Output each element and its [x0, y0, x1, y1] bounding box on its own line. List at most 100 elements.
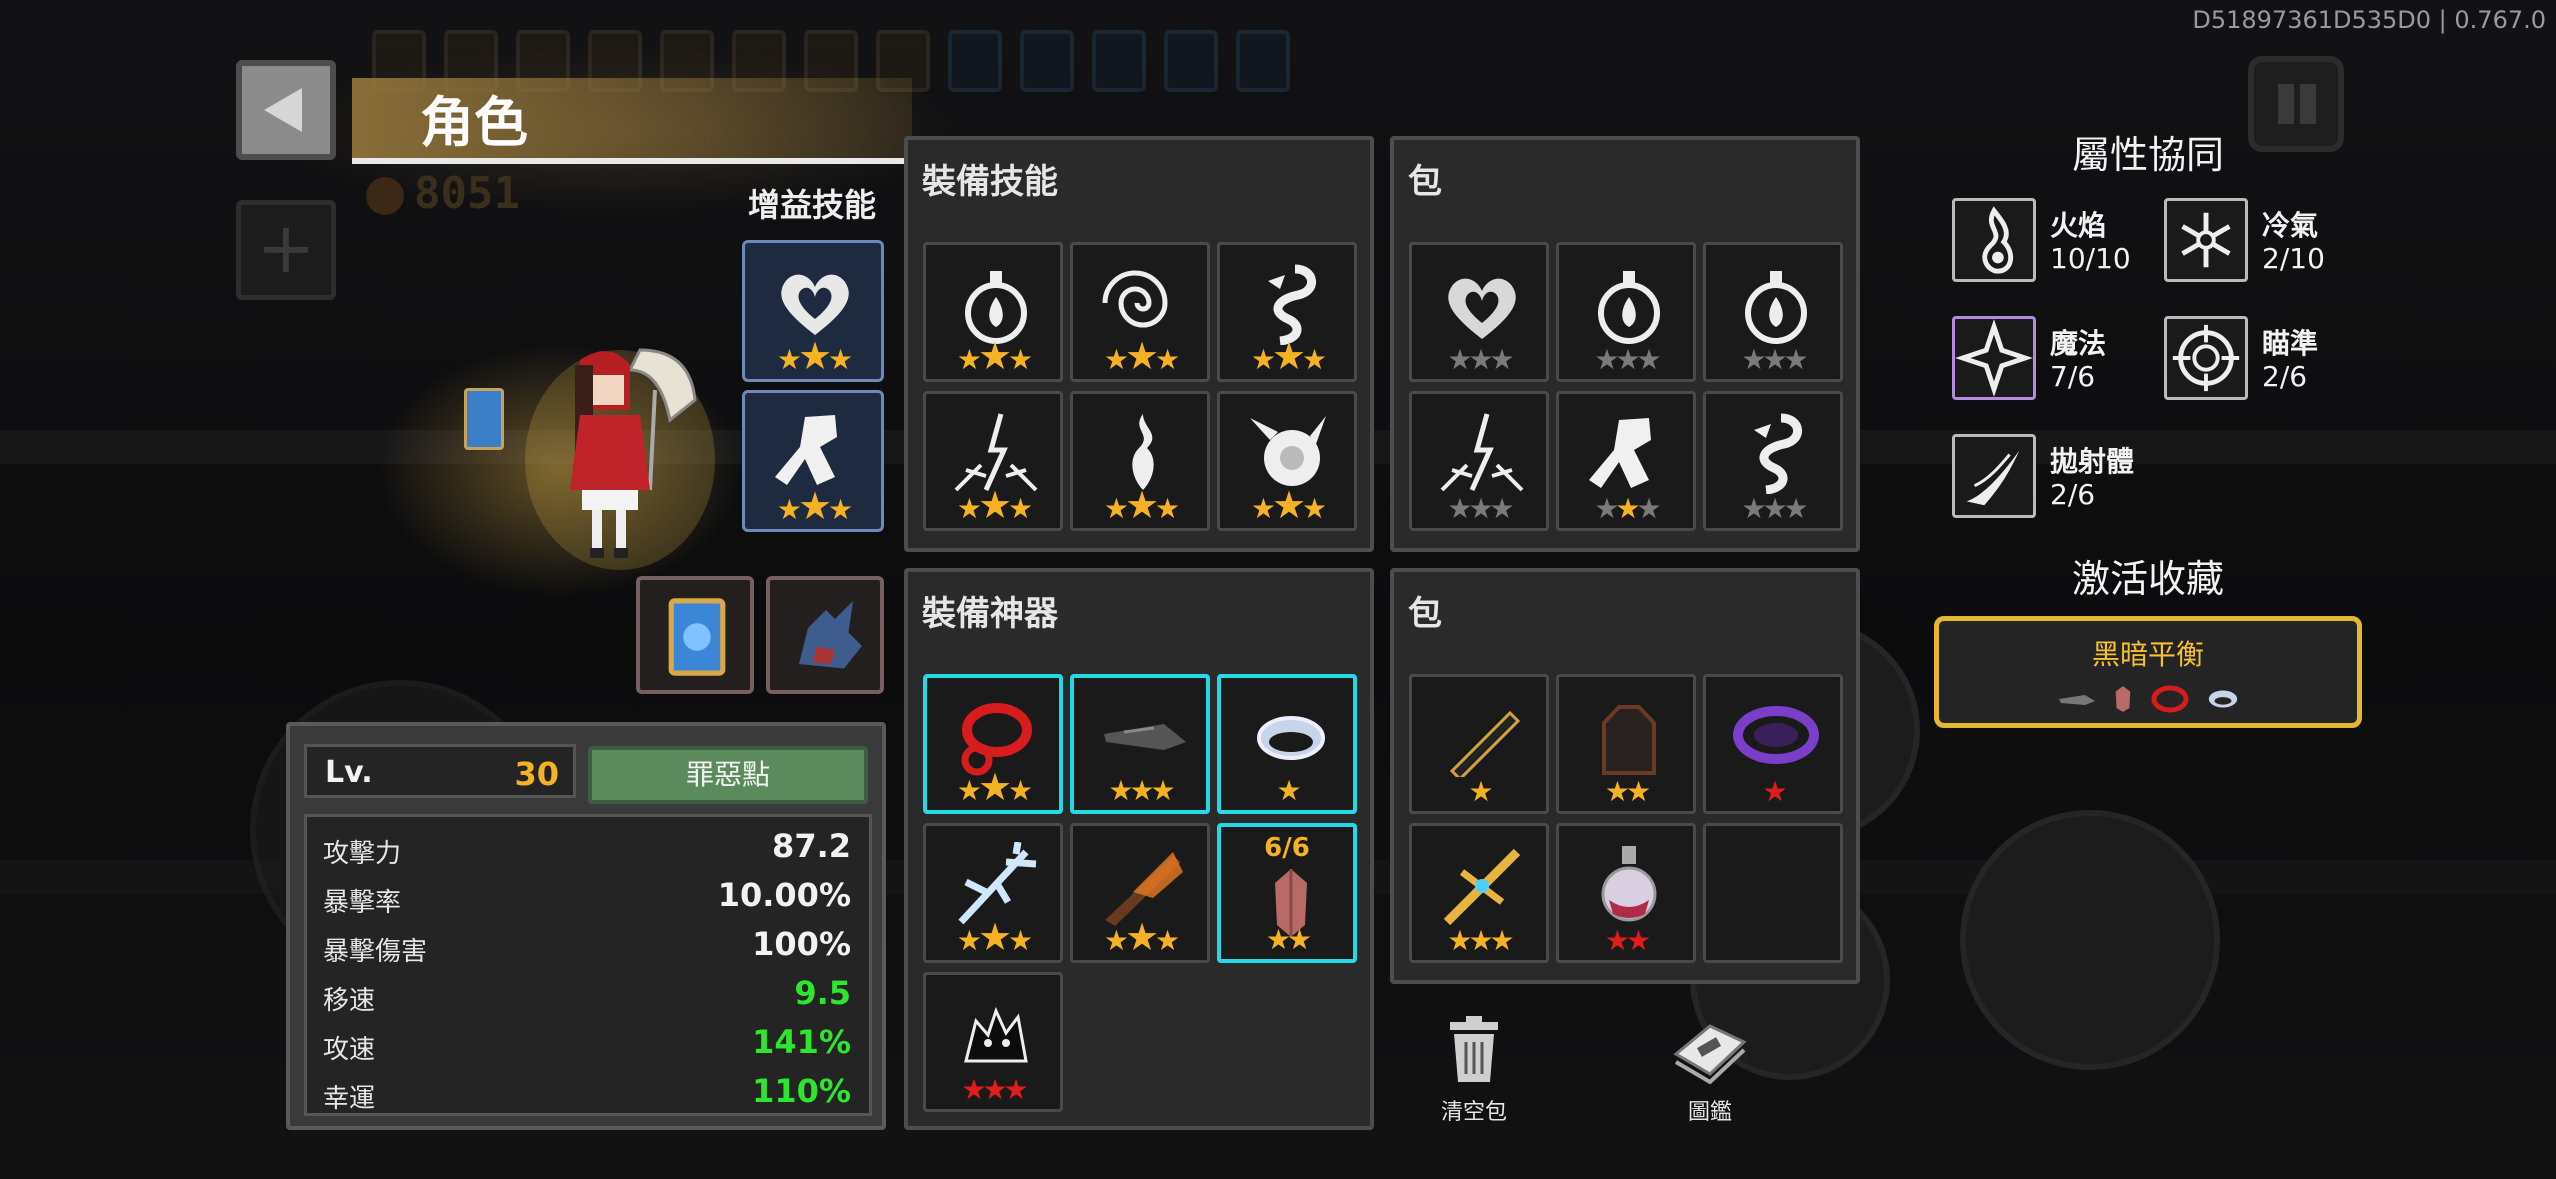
- clear-bag-button[interactable]: 清空包: [1424, 1014, 1524, 1126]
- star-rating: ★★★: [1108, 774, 1175, 807]
- synergy-value: 2/6: [2262, 360, 2308, 393]
- stat-list: 攻擊力 87.2 暴擊率 10.00% 暴擊傷害 100% 移速 9.5 攻速 141% …: [304, 814, 872, 1116]
- skill-bag-panel: 包 ★★★ ★★★ ★★★ ★★★ ★★★ ★★★: [1390, 136, 1860, 552]
- skill-slot-3[interactable]: ★★★: [1217, 242, 1357, 382]
- collection-title: 激活收藏: [2072, 557, 2225, 601]
- panel-title: 裝備神器: [922, 594, 1058, 634]
- star-rating: ★: [1468, 775, 1493, 808]
- vortex-icon: [1102, 270, 1168, 328]
- artifact-slot-5[interactable]: ★★★: [1070, 823, 1210, 963]
- artifact-slot-3[interactable]: ★: [1217, 674, 1357, 814]
- codex-label: 圖鑑: [1687, 1100, 1732, 1125]
- panel-title: 裝備技能: [922, 162, 1058, 202]
- bag-skill-slot-3[interactable]: ★★★: [1703, 242, 1843, 382]
- synergy-name: 火焰: [2050, 209, 2107, 242]
- star-rating: ★★★: [1103, 483, 1180, 527]
- dragon-pet-icon: [799, 601, 862, 669]
- codex-book-icon: [1673, 1024, 1747, 1085]
- crystal-icon: [2115, 686, 2130, 712]
- artifact-slot-2[interactable]: ★★★: [1070, 674, 1210, 814]
- synergy-magic[interactable]: 魔法 7/6: [1952, 316, 2152, 402]
- dark-dagger-icon: [2058, 695, 2095, 705]
- bag-artifact-slot-1[interactable]: ★: [1409, 674, 1549, 814]
- pause-icon: [2278, 84, 2294, 124]
- character-card-slot[interactable]: [636, 576, 754, 694]
- artifact-slot-1[interactable]: ★★★: [923, 674, 1063, 814]
- bag-artifact-slot-6[interactable]: [1703, 823, 1843, 963]
- artifact-slot-4[interactable]: ★★★: [923, 823, 1063, 963]
- codex-button[interactable]: 圖鑑: [1660, 1014, 1760, 1126]
- red-ring-icon: [2151, 685, 2188, 713]
- synergy-projectile[interactable]: 拋射體 2/6: [1952, 434, 2152, 520]
- skill-slot-4[interactable]: ★★★: [923, 391, 1063, 531]
- character-sprite: [525, 348, 715, 570]
- magic-star-icon: [1952, 316, 2036, 400]
- synergy-name: 拋射體: [2050, 445, 2135, 478]
- stat-value: 9.5: [794, 974, 851, 1012]
- character-pet-slot[interactable]: [766, 576, 884, 694]
- buff-slot-2[interactable]: ★★★: [742, 390, 884, 532]
- crosshair-icon: [2164, 316, 2248, 400]
- skill-slot-1[interactable]: ★★★: [923, 242, 1063, 382]
- bag-skill-slot-5[interactable]: ★★★: [1556, 391, 1696, 531]
- synergy-name: 魔法: [2050, 327, 2107, 360]
- buff-slot-1[interactable]: ★★★: [742, 240, 884, 382]
- synergy-name: 瞄準: [2262, 327, 2319, 360]
- pause-icon: [2300, 84, 2316, 124]
- coin-counter: 8051: [366, 168, 520, 219]
- synergy-name: 冷氣: [2262, 209, 2319, 242]
- blue-card-icon: [668, 598, 726, 676]
- star-rating: ★★★: [776, 484, 853, 528]
- artifact-slot-7[interactable]: ★★★: [923, 972, 1063, 1112]
- bag-skill-slot-4[interactable]: ★★★: [1409, 391, 1549, 531]
- ice-staff-icon: [958, 842, 1037, 925]
- star-rating: ★★★: [1250, 334, 1327, 378]
- bag-skill-slot-6[interactable]: ★★★: [1703, 391, 1843, 531]
- version-label: D51897361D535D0 | 0.767.0: [2192, 6, 2546, 34]
- stat-value: 87.2: [772, 827, 851, 865]
- thrower-figure-icon: [775, 415, 837, 485]
- synergy-fire[interactable]: 火焰 10/10: [1952, 198, 2152, 284]
- coin-amount: 8051: [414, 168, 520, 219]
- back-button[interactable]: [236, 60, 336, 160]
- collection-card[interactable]: 黑暗平衡: [1934, 616, 2362, 728]
- stat-row-move-speed: 移速 9.5: [307, 968, 869, 1016]
- bag-skill-slot-1[interactable]: ★★★: [1409, 242, 1549, 382]
- bag-skill-slot-2[interactable]: ★★★: [1556, 242, 1696, 382]
- potion-bottle-icon: [1601, 846, 1657, 922]
- star-rating: ★★★: [1447, 343, 1514, 376]
- star-rating: ★★★: [956, 334, 1033, 378]
- star-rating: ★★★: [1103, 915, 1180, 959]
- skill-slot-5[interactable]: ★★★: [1070, 391, 1210, 531]
- synergy-cold[interactable]: 冷氣 2/10: [2164, 198, 2364, 284]
- stat-name: 移速: [323, 986, 376, 1016]
- bag-artifact-slot-5[interactable]: ★★: [1556, 823, 1696, 963]
- level-box: Lv. 30: [304, 744, 576, 798]
- floating-card-icon: [464, 388, 504, 450]
- skill-slot-6[interactable]: ★★★: [1217, 391, 1357, 531]
- synergy-value: 7/6: [2050, 360, 2096, 393]
- heart-flame-icon: [781, 274, 849, 335]
- back-arrow-icon: [264, 88, 302, 132]
- level-value: 30: [514, 755, 559, 793]
- collection-icons: [2049, 683, 2247, 715]
- artifact-slot-6[interactable]: 6/6 ★★: [1217, 823, 1357, 963]
- equip-artifacts-panel: 裝備神器 ★★★ ★★★ ★ ★★★ ★★★ 6/6 ★★ ★★★: [904, 568, 1374, 1130]
- page-title: 角色: [420, 91, 528, 154]
- bag-artifact-slot-3[interactable]: ★: [1703, 674, 1843, 814]
- bag-artifact-slot-4[interactable]: ★★★: [1409, 823, 1549, 963]
- synergy-aim[interactable]: 瞄準 2/6: [2164, 316, 2364, 402]
- sin-points-button[interactable]: 罪惡點: [588, 746, 868, 804]
- stat-value: 100%: [752, 925, 851, 963]
- shadow-beast-icon: [964, 1006, 1028, 1063]
- star-rating: ★★★: [1741, 492, 1808, 525]
- trash-icon: [1450, 1016, 1498, 1082]
- pause-button[interactable]: [2248, 56, 2344, 152]
- fireball-icon: [1250, 416, 1326, 486]
- add-button[interactable]: +: [236, 200, 336, 300]
- fire-pillar-icon: [1132, 414, 1154, 490]
- bag-artifact-slot-2[interactable]: ★★: [1556, 674, 1696, 814]
- skill-slot-2[interactable]: ★★★: [1070, 242, 1210, 382]
- stat-value: 10.00%: [717, 876, 851, 914]
- coin-icon: [366, 177, 404, 215]
